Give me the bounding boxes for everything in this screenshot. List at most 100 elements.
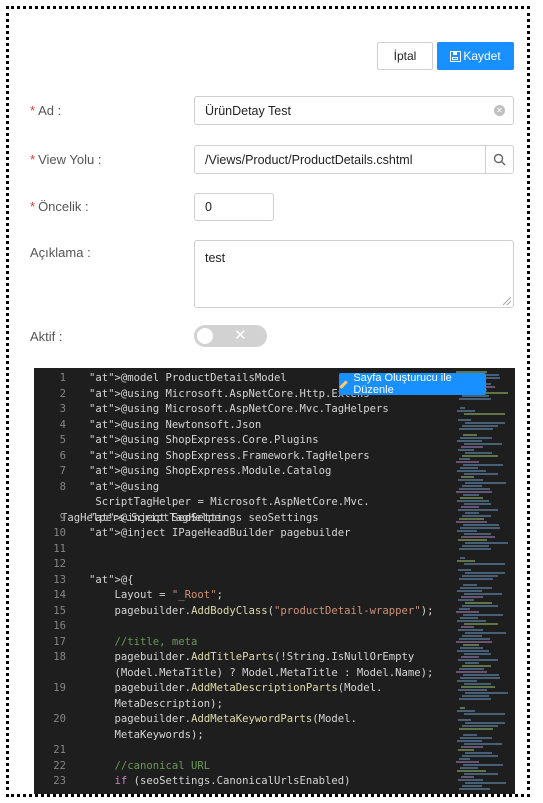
code-text: "at">@using Microsoft.AspNetCore.Mvc.Tag… — [89, 403, 389, 415]
code-text: pagebuilder.AddBodyClass("productDetail-… — [89, 604, 434, 617]
minimap-line — [463, 494, 480, 496]
required-marker: * — [30, 103, 36, 118]
minimap-line — [464, 773, 499, 775]
line-number: 14 — [53, 589, 66, 601]
line-number: 1 — [59, 372, 66, 384]
minimap-line — [464, 623, 499, 625]
ad-label: * Ad : — [30, 103, 62, 118]
minimap-line — [462, 755, 498, 757]
minimap-line — [463, 464, 503, 466]
minimap-line — [465, 422, 505, 424]
minimap-line — [465, 482, 507, 484]
page-builder-edit-button[interactable]: Sayfa Oluşturucu ile Düzenle — [339, 372, 486, 396]
line-number: 20 — [53, 713, 66, 725]
clear-icon[interactable]: ✕ — [494, 105, 505, 116]
line-number: 12 — [53, 558, 66, 570]
minimap-line — [461, 476, 474, 478]
minimap-line — [457, 410, 475, 412]
oncelik-label: * Öncelik : — [30, 199, 89, 214]
form-panel: İptal Kaydet * Ad : ÜrünDetay Test ✕ * Vie… — [6, 6, 530, 797]
minimap-line — [462, 635, 482, 637]
minimap-line — [465, 722, 505, 724]
line-number: 18 — [53, 651, 66, 663]
minimap-line — [459, 548, 492, 550]
pencil-icon — [339, 379, 349, 389]
minimap-line — [458, 419, 471, 421]
code-text: pagebuilder.AddMetaDescriptionParts(Mode… — [89, 682, 383, 710]
oncelik-input[interactable]: 0 — [194, 193, 274, 221]
minimap-line — [463, 734, 478, 736]
minimap-line — [463, 524, 499, 526]
minimap-line — [459, 638, 490, 640]
minimap-line — [459, 518, 485, 520]
minimap-line — [464, 503, 491, 505]
minimap-line — [460, 707, 466, 709]
minimap-line — [464, 443, 502, 445]
search-button[interactable] — [485, 145, 514, 174]
minimap-line — [456, 611, 480, 613]
minimap-line — [459, 758, 470, 760]
aciklama-value: test — [205, 251, 226, 265]
minimap-line — [463, 764, 503, 766]
minimap-line — [459, 668, 485, 670]
minimap-line — [461, 746, 483, 748]
minimap-line — [460, 497, 484, 499]
line-number: 2 — [59, 387, 66, 400]
minimap-line — [459, 578, 494, 580]
minimap-line — [460, 767, 478, 769]
minimap-line — [465, 542, 509, 544]
code-editor[interactable]: 1 "at">@model ProductDetailsModel 2 "at">@u… — [34, 368, 515, 794]
minimap-line — [458, 779, 484, 781]
view-yolu-input[interactable]: /Views/Product/ProductDetails.cshtml — [194, 145, 486, 174]
line-number: 4 — [59, 418, 66, 431]
minimap-line — [462, 545, 489, 547]
minimap-line — [463, 674, 499, 676]
minimap-line — [464, 683, 491, 685]
minimap-line — [460, 467, 478, 469]
line-number: 11 — [53, 542, 66, 555]
minimap-line — [456, 491, 492, 493]
view-yolu-label: * View Yolu : — [30, 152, 102, 167]
code-text: Layout = "_Root"; — [89, 589, 223, 601]
minimap-line — [457, 710, 475, 712]
minimap-line — [461, 656, 479, 658]
ad-input-value: ÜrünDetay Test — [205, 103, 291, 118]
minimap-line — [456, 761, 480, 763]
minimap-line — [459, 428, 494, 430]
minimap-line — [458, 689, 487, 691]
minimap-line — [462, 575, 498, 577]
aciklama-textarea[interactable]: test — [194, 240, 514, 308]
minimap[interactable] — [456, 371, 514, 794]
minimap-line — [462, 605, 498, 607]
minimap-line — [462, 425, 498, 427]
line-number: 9 — [59, 511, 66, 524]
minimap-line — [464, 473, 499, 475]
minimap-line — [463, 584, 478, 586]
ad-input[interactable]: ÜrünDetay Test ✕ — [194, 96, 514, 125]
minimap-line — [458, 599, 475, 601]
aktif-toggle[interactable]: ✕ — [194, 325, 267, 347]
line-number: 22 — [53, 759, 66, 772]
minimap-line — [456, 461, 480, 463]
cancel-button-label: İptal — [393, 49, 417, 63]
minimap-line — [457, 680, 477, 682]
code-text: pagebuilder.AddTitleParts(!String.IsNull… — [89, 651, 434, 679]
minimap-line — [462, 665, 491, 667]
minimap-line — [461, 596, 483, 598]
minimap-line — [463, 644, 480, 646]
minimap-line — [457, 440, 483, 442]
minimap-line — [457, 470, 486, 472]
minimap-line — [456, 641, 492, 643]
minimap-line — [465, 572, 505, 574]
line-number: 13 — [53, 573, 66, 586]
minimap-line — [462, 725, 498, 727]
save-button[interactable]: Kaydet — [437, 42, 514, 70]
required-marker: * — [30, 199, 36, 214]
cancel-button[interactable]: İptal — [377, 42, 433, 70]
line-number: 5 — [59, 434, 66, 446]
minimap-line — [465, 662, 480, 664]
view-yolu-input-value: /Views/Product/ProductDetails.cshtml — [205, 152, 413, 167]
resize-handle[interactable] — [503, 297, 511, 305]
line-number: 15 — [53, 604, 66, 617]
minimap-line — [458, 509, 498, 511]
